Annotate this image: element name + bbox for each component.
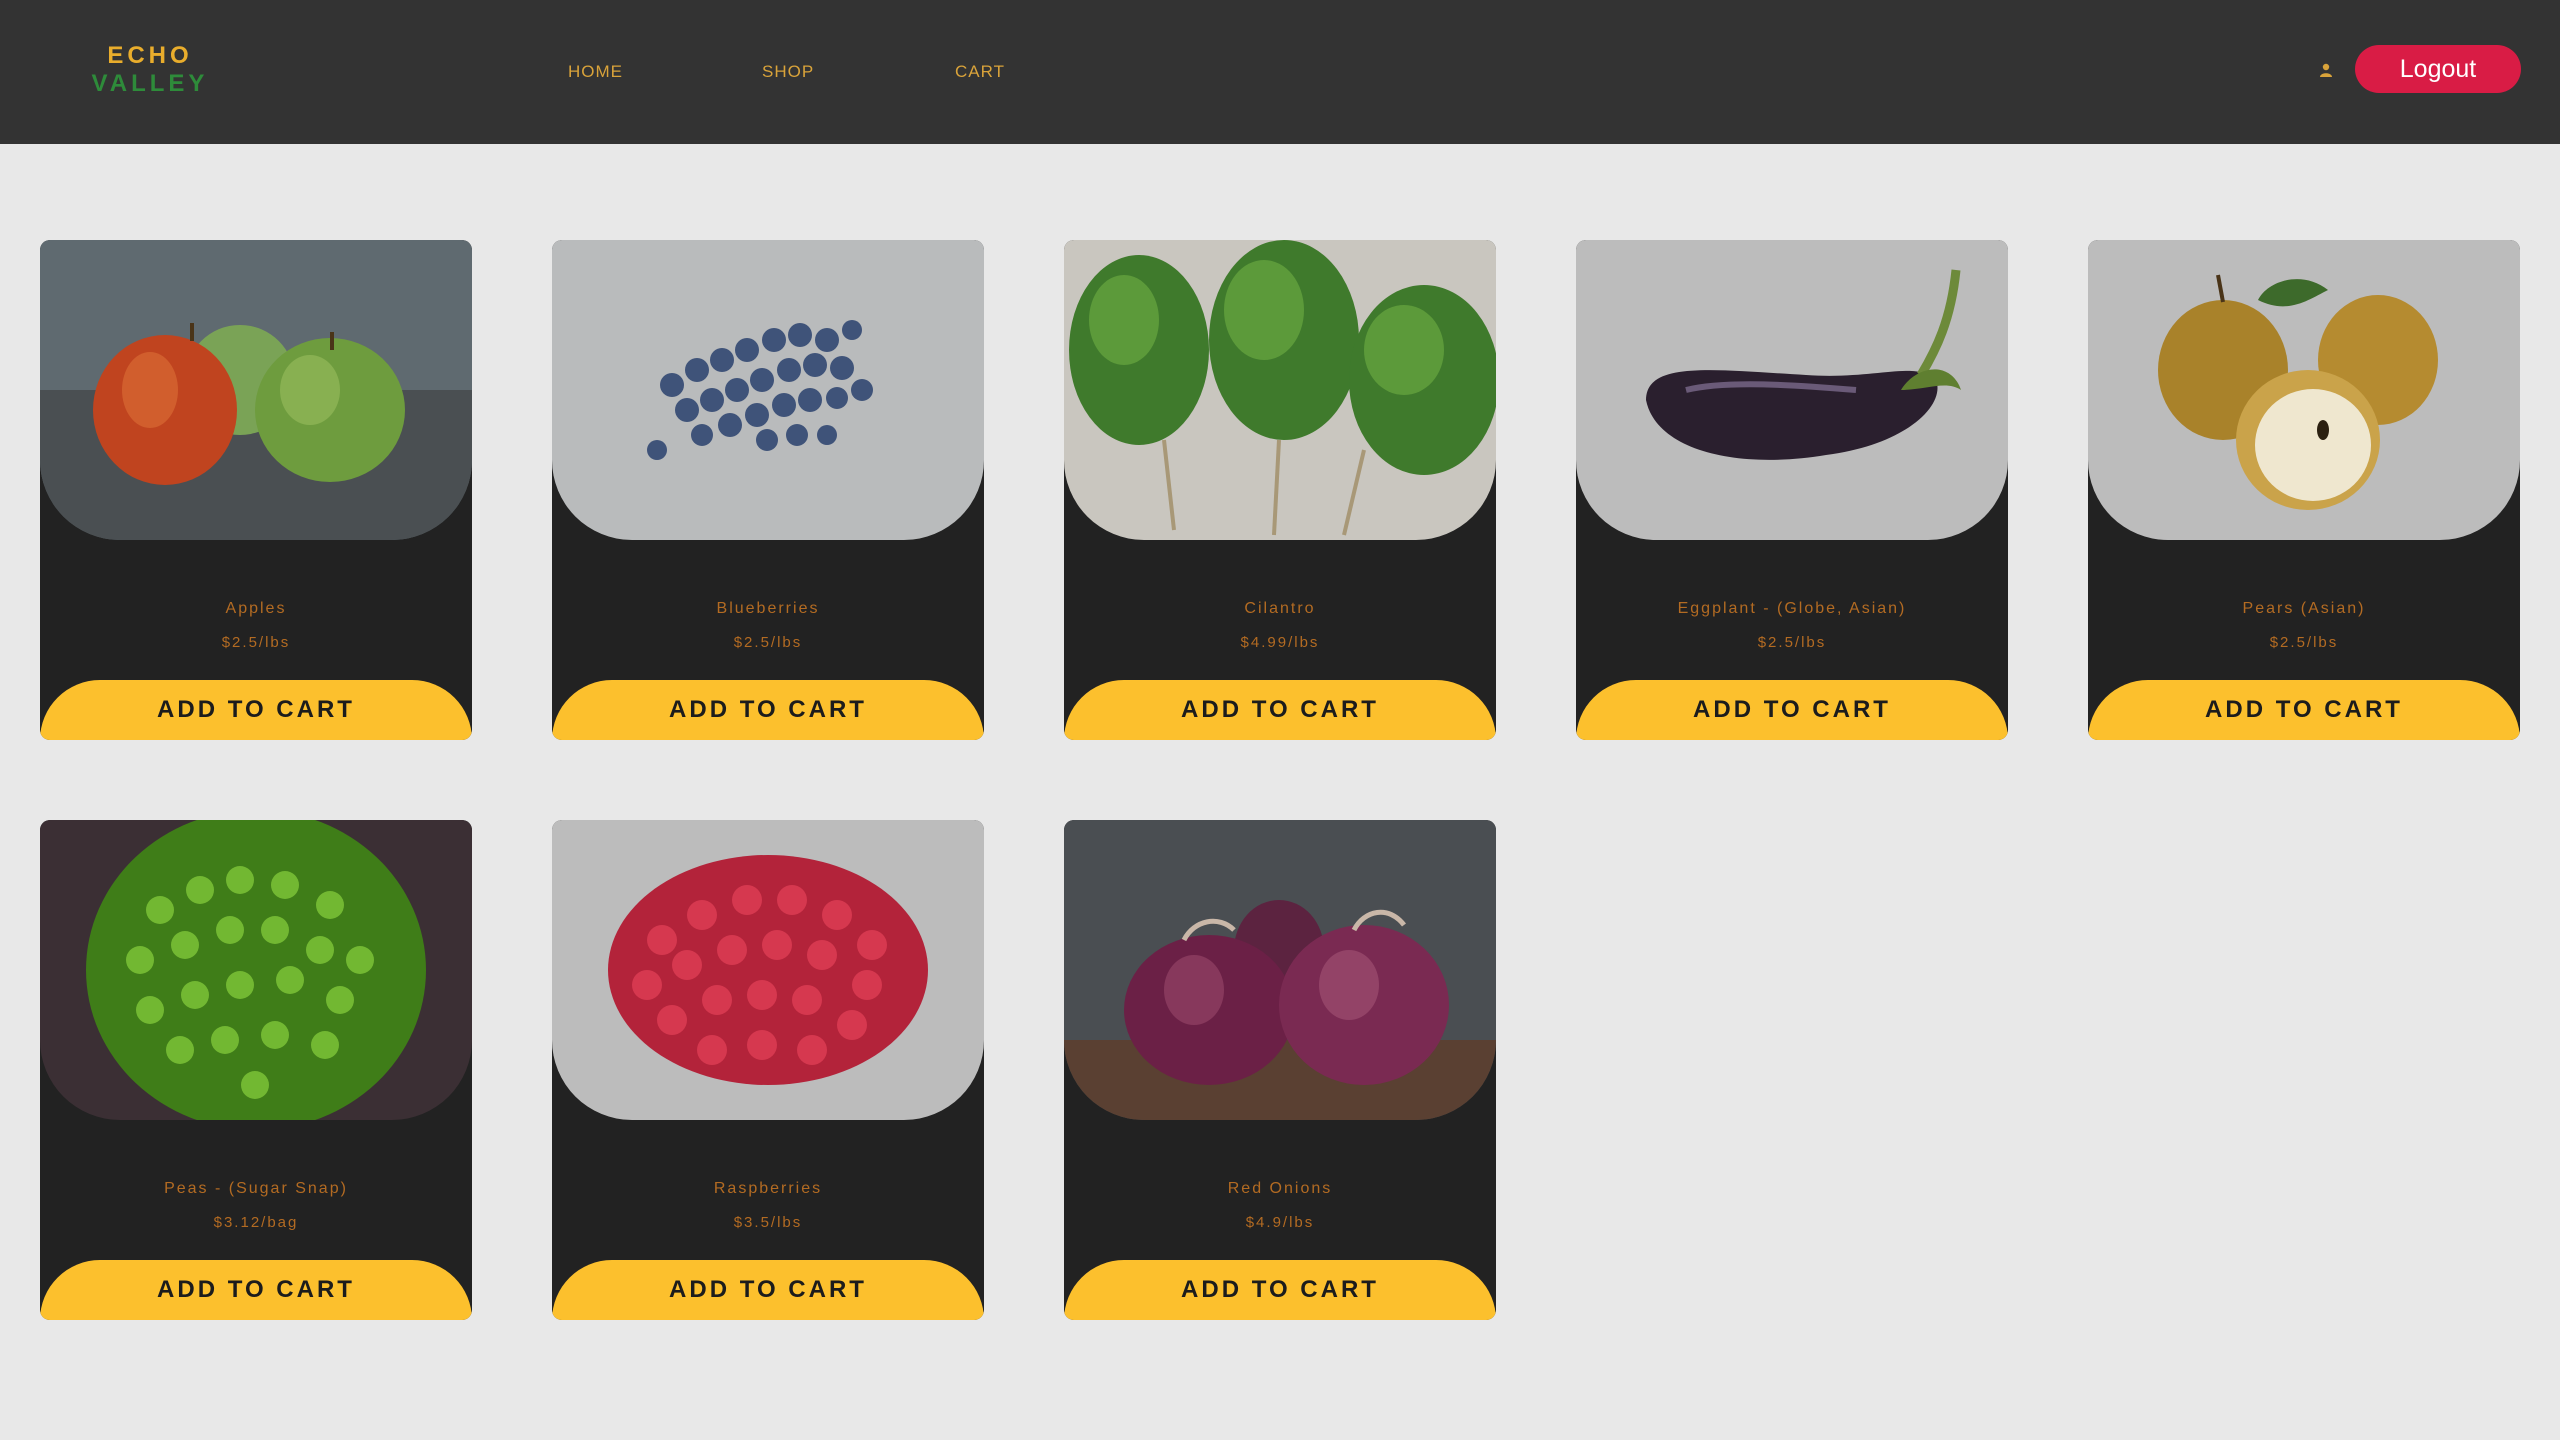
product-card-eggplant: Eggplant - (Globe, Asian) $2.5/lbs ADD T…: [1576, 240, 2008, 740]
add-to-cart-button[interactable]: ADD TO CART: [1576, 680, 2008, 740]
product-price: $3.5/lbs: [733, 1214, 803, 1231]
product-price: $2.5/lbs: [1757, 634, 1827, 651]
product-card-red-onions: Red Onions $4.9/lbs ADD TO CART: [1064, 820, 1496, 1320]
add-to-cart-button[interactable]: ADD TO CART: [552, 1260, 984, 1320]
brand-logo[interactable]: ECHO VALLEY: [70, 42, 230, 98]
product-name: Pears (Asian): [2242, 600, 2366, 617]
add-to-cart-button[interactable]: ADD TO CART: [552, 680, 984, 740]
product-price: $2.5/lbs: [733, 634, 803, 651]
product-card-raspberries: Raspberries $3.5/lbs ADD TO CART: [552, 820, 984, 1320]
logout-button[interactable]: Logout: [2355, 45, 2521, 93]
nav-cart-link[interactable]: CART: [955, 62, 1005, 82]
product-name: Blueberries: [716, 600, 820, 617]
product-card-pears: Pears (Asian) $2.5/lbs ADD TO CART: [2088, 240, 2520, 740]
raspberries-image[interactable]: [552, 820, 984, 1120]
add-to-cart-button[interactable]: ADD TO CART: [40, 1260, 472, 1320]
product-price: $4.99/lbs: [1240, 634, 1320, 651]
product-name: Peas - (Sugar Snap): [164, 1180, 348, 1197]
user-icon[interactable]: [2318, 62, 2334, 78]
nav-shop-link[interactable]: SHOP: [762, 62, 814, 82]
eggplant-image[interactable]: [1576, 240, 2008, 540]
product-name: Red Onions: [1227, 1180, 1333, 1197]
brand-line-1: ECHO: [107, 42, 193, 69]
product-card-blueberries: Blueberries $2.5/lbs ADD TO CART: [552, 240, 984, 740]
apples-image[interactable]: [40, 240, 472, 540]
pears-image[interactable]: [2088, 240, 2520, 540]
product-price: $3.12/bag: [213, 1214, 299, 1231]
product-card-apples: Apples $2.5/lbs ADD TO CART: [40, 240, 472, 740]
product-card-cilantro: Cilantro $4.99/lbs ADD TO CART: [1064, 240, 1496, 740]
blueberries-image[interactable]: [552, 240, 984, 540]
top-navbar: ECHO VALLEY HOME SHOP CART Logout: [0, 0, 2560, 144]
product-price: $4.9/lbs: [1245, 1214, 1315, 1231]
peas-image[interactable]: [40, 820, 472, 1120]
nav-home-link[interactable]: HOME: [568, 62, 623, 82]
product-name: Raspberries: [713, 1180, 823, 1197]
brand-line-2: VALLEY: [91, 70, 209, 97]
add-to-cart-button[interactable]: ADD TO CART: [40, 680, 472, 740]
red-onions-image[interactable]: [1064, 820, 1496, 1120]
add-to-cart-button[interactable]: ADD TO CART: [1064, 1260, 1496, 1320]
product-name: Eggplant - (Globe, Asian): [1677, 600, 1907, 617]
product-name: Cilantro: [1244, 600, 1316, 617]
add-to-cart-button[interactable]: ADD TO CART: [2088, 680, 2520, 740]
product-name: Apples: [225, 600, 287, 617]
product-price: $2.5/lbs: [221, 634, 291, 651]
cilantro-image[interactable]: [1064, 240, 1496, 540]
product-card-peas: Peas - (Sugar Snap) $3.12/bag ADD TO CAR…: [40, 820, 472, 1320]
add-to-cart-button[interactable]: ADD TO CART: [1064, 680, 1496, 740]
product-price: $2.5/lbs: [2269, 634, 2339, 651]
